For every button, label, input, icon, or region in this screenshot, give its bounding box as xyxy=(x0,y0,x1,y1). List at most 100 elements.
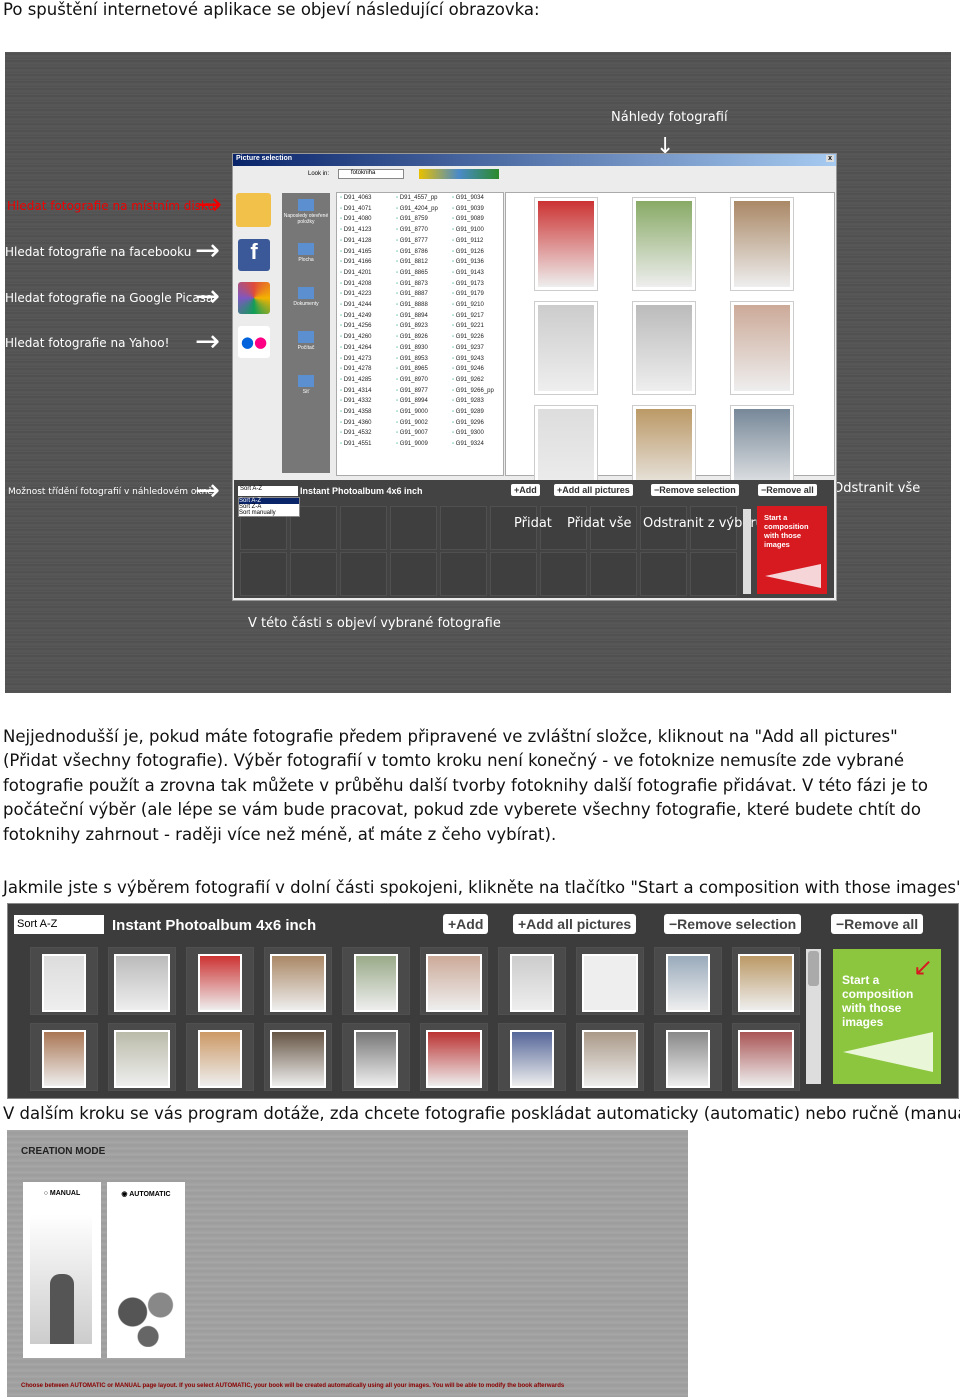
selected-photo[interactable] xyxy=(576,1023,644,1091)
file-item[interactable]: G91_9300 xyxy=(452,430,484,436)
file-item[interactable]: D91_4256 xyxy=(340,323,372,329)
file-item[interactable]: G91_9007 xyxy=(396,430,428,436)
file-item[interactable]: G91_9034 xyxy=(452,195,484,201)
selected-photo[interactable] xyxy=(420,1023,488,1091)
selected-photo[interactable] xyxy=(498,1023,566,1091)
close-button[interactable]: x xyxy=(826,155,834,162)
selected-photo[interactable] xyxy=(30,1023,98,1091)
file-item[interactable]: D91_4166 xyxy=(340,259,372,265)
file-item[interactable]: G91_9009 xyxy=(396,441,428,447)
file-item[interactable]: G91_9136 xyxy=(452,259,484,265)
file-item[interactable]: G91_4204_pp xyxy=(396,206,438,212)
file-item[interactable]: G91_9173 xyxy=(452,281,484,287)
photo-thumbnail[interactable] xyxy=(730,301,794,395)
computer-source-icon[interactable] xyxy=(236,193,271,227)
scrollbar[interactable] xyxy=(806,949,821,1084)
file-item[interactable]: G91_9283 xyxy=(452,398,484,404)
selected-photo[interactable] xyxy=(498,947,566,1015)
photo-thumbnail[interactable] xyxy=(730,197,794,291)
file-item[interactable]: G91_9262 xyxy=(452,377,484,383)
photo-thumbnail[interactable] xyxy=(534,301,598,395)
file-item[interactable]: G91_9112 xyxy=(452,238,484,244)
toolbar-icons[interactable] xyxy=(419,169,499,179)
file-item[interactable]: G91_8965 xyxy=(396,366,428,372)
file-list[interactable]: D91_4063 D91_4071 D91_4080 D91_4123 D91_4128… xyxy=(336,192,504,476)
place-item[interactable]: Naposledy otevřené položky xyxy=(282,199,330,225)
file-item[interactable]: G91_8888 xyxy=(396,302,428,308)
manual-option-card[interactable]: ○ MANUAL xyxy=(23,1182,101,1358)
file-item[interactable]: G91_9296 xyxy=(452,420,484,426)
file-item[interactable]: D91_4358 xyxy=(340,409,372,415)
remove-selection-button[interactable]: −Remove selection xyxy=(664,914,802,934)
file-item[interactable]: G91_9324 xyxy=(452,441,484,447)
selected-photo[interactable] xyxy=(732,1023,800,1091)
file-item[interactable]: D91_4260 xyxy=(340,334,372,340)
selected-photo[interactable] xyxy=(264,1023,332,1091)
file-item[interactable]: G91_9226 xyxy=(452,334,484,340)
place-item[interactable]: Počítač xyxy=(282,331,330,351)
sort-option[interactable]: Sort manually xyxy=(239,510,299,516)
selected-photo[interactable] xyxy=(420,947,488,1015)
file-item[interactable]: G91_8812 xyxy=(396,259,428,265)
file-item[interactable]: D91_4557_pp xyxy=(396,195,438,201)
selected-photo[interactable] xyxy=(108,947,176,1015)
file-item[interactable]: G91_8770 xyxy=(396,227,428,233)
file-item[interactable]: D91_4278 xyxy=(340,366,372,372)
file-item[interactable]: D91_4165 xyxy=(340,249,372,255)
selected-photo[interactable] xyxy=(732,947,800,1015)
file-item[interactable]: G91_8887 xyxy=(396,291,428,297)
add-all-button[interactable]: +Add all pictures xyxy=(554,484,633,496)
selected-photo[interactable] xyxy=(654,1023,722,1091)
scrollbar[interactable] xyxy=(743,509,751,594)
sort-select[interactable]: Sort A-Z xyxy=(14,915,104,934)
file-item[interactable]: G91_9221 xyxy=(452,323,484,329)
file-item[interactable]: G91_8777 xyxy=(396,238,428,244)
start-composition-button[interactable]: Start a composition with those images xyxy=(757,506,827,594)
file-item[interactable]: D91_4332 xyxy=(340,398,372,404)
file-item[interactable]: G91_8759 xyxy=(396,216,428,222)
add-button[interactable]: +Add xyxy=(511,484,540,496)
file-item[interactable]: G91_8786 xyxy=(396,249,428,255)
file-item[interactable]: G91_9210 xyxy=(452,302,484,308)
file-item[interactable]: G91_9143 xyxy=(452,270,484,276)
file-item[interactable]: G91_8894 xyxy=(396,313,428,319)
file-item[interactable]: G91_9179 xyxy=(452,291,484,297)
file-item[interactable]: G91_9289 xyxy=(452,409,484,415)
place-item[interactable]: Síť xyxy=(282,375,330,395)
file-item[interactable]: D91_4063 xyxy=(340,195,372,201)
file-item[interactable]: G91_8977 xyxy=(396,388,428,394)
photo-thumbnail[interactable] xyxy=(632,301,696,395)
file-item[interactable]: G91_9246 xyxy=(452,366,484,372)
selected-photo[interactable] xyxy=(108,1023,176,1091)
file-item[interactable]: D91_4273 xyxy=(340,356,372,362)
selected-photo[interactable] xyxy=(186,947,254,1015)
selected-photo[interactable] xyxy=(342,947,410,1015)
file-item[interactable]: G91_9243 xyxy=(452,356,484,362)
photo-thumbnail[interactable] xyxy=(632,197,696,291)
photo-thumbnail[interactable] xyxy=(534,197,598,291)
selected-photo[interactable] xyxy=(654,947,722,1015)
file-item[interactable]: D91_4128 xyxy=(340,238,372,244)
file-item[interactable]: G91_9126 xyxy=(452,249,484,255)
thumbnail-pane[interactable] xyxy=(505,192,835,499)
file-item[interactable]: D91_4314 xyxy=(340,388,372,394)
file-item[interactable]: G91_8865 xyxy=(396,270,428,276)
file-item[interactable]: D91_4532 xyxy=(340,430,372,436)
remove-all-button[interactable]: −Remove all xyxy=(758,484,817,496)
file-item[interactable]: G91_9039 xyxy=(452,206,484,212)
file-item[interactable]: G91_8926 xyxy=(396,334,428,340)
add-button[interactable]: +Add xyxy=(443,914,489,934)
file-item[interactable]: D91_4201 xyxy=(340,270,372,276)
facebook-icon[interactable]: f xyxy=(238,239,270,271)
file-item[interactable]: G91_8953 xyxy=(396,356,428,362)
remove-selection-button[interactable]: −Remove selection xyxy=(651,484,739,496)
sort-select[interactable]: Sort A-Z xyxy=(238,486,298,496)
file-item[interactable]: G91_9000 xyxy=(396,409,428,415)
selected-photo[interactable] xyxy=(30,947,98,1015)
scrollbar-thumb[interactable] xyxy=(808,951,819,986)
flickr-icon[interactable]: ●● xyxy=(238,326,270,358)
file-item[interactable]: G91_9100 xyxy=(452,227,484,233)
place-item[interactable]: Plocha xyxy=(282,243,330,263)
file-item[interactable]: D91_4551 xyxy=(340,441,372,447)
automatic-option-card[interactable]: ◉ AUTOMATIC xyxy=(107,1182,185,1358)
